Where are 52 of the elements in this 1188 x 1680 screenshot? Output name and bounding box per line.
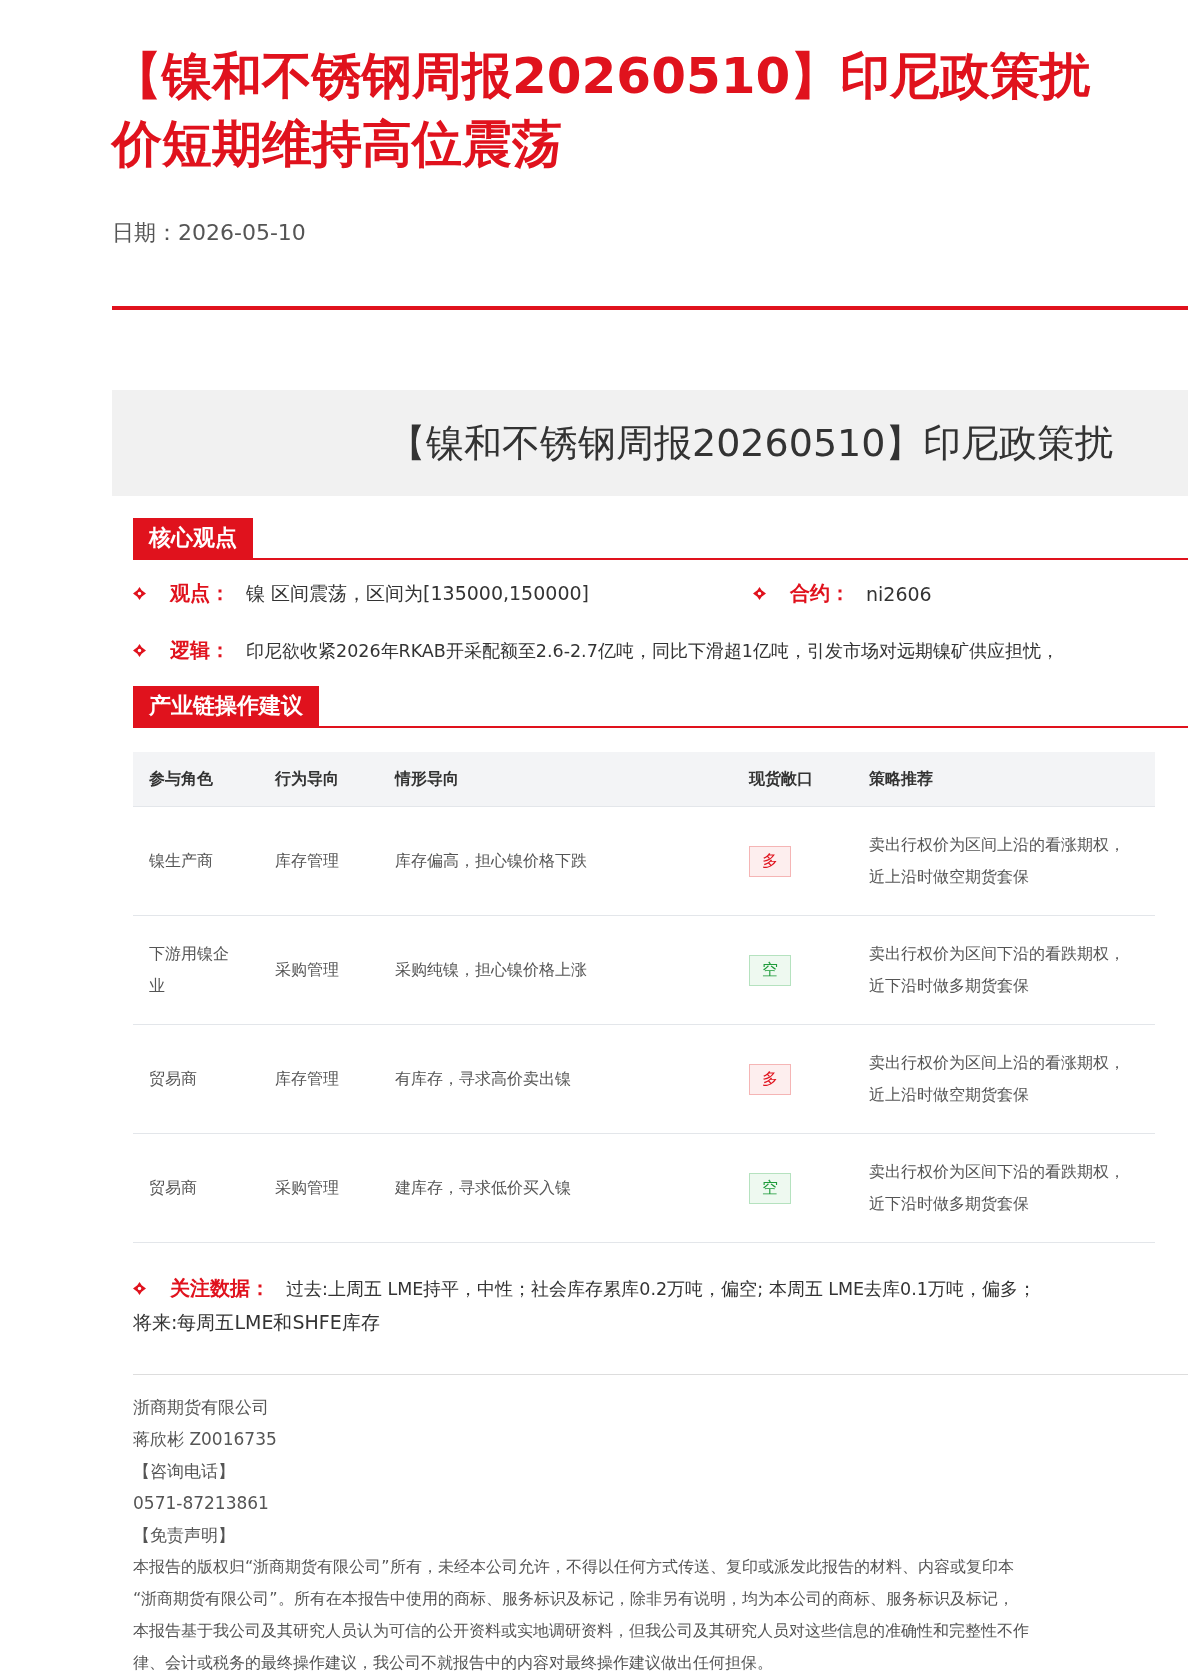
table-cell: 库存管理 xyxy=(259,1024,379,1134)
watch-text: 将来:每周五LME和SHFE库存 xyxy=(133,1310,380,1335)
column-header: 情形导向 xyxy=(379,752,733,807)
table-cell: 卖出行权价为区间下沿的看跌期权，近下沿时做多期货套保 xyxy=(853,915,1155,1025)
report-banner: 【镍和不锈钢周报20260510】印尼政策扰 xyxy=(112,390,1188,496)
disclaimer-text: 本报告基于我公司及其研究人员认为可信的公开资料或实地调研资料，但我公司及其研究人员对这些信息的准确性和完整性不作 xyxy=(133,1620,1029,1642)
table-cell: 镍生产商 xyxy=(133,806,259,916)
footer-text: 0571-87213861 xyxy=(133,1492,269,1515)
watch-label: 关注数据： xyxy=(170,1275,270,1302)
bullet-icon xyxy=(133,644,146,657)
bullet-icon xyxy=(133,1282,146,1295)
logic-text: 印尼欲收紧2026年RKAB开采配额至2.6-2.7亿吨，同比下滑超1亿吨，引发市场对远期镍矿供应担忧， xyxy=(246,639,1059,663)
section-heading: 核心观点 xyxy=(133,518,253,558)
footer-text: 【免责声明】 xyxy=(133,1524,235,1547)
table-cell: 采购管理 xyxy=(259,1133,379,1243)
table-cell: 卖出行权价为区间下沿的看跌期权，近下沿时做多期货套保 xyxy=(853,1133,1155,1243)
table-cell: 库存偏高，担心镍价格下跌 xyxy=(379,806,733,916)
section-heading: 产业链操作建议 xyxy=(133,686,319,726)
table-cell: 卖出行权价为区间上沿的看涨期权，近上沿时做空期货套保 xyxy=(853,1024,1155,1134)
contract-label: 合约： xyxy=(790,580,850,607)
table-cell: 采购纯镍，担心镍价格上涨 xyxy=(379,915,733,1025)
table-cell: 下游用镍企业 xyxy=(133,915,259,1025)
contract-text: ni2606 xyxy=(866,582,932,605)
table-cell: 贸易商 xyxy=(133,1024,259,1134)
table-cell: 贸易商 xyxy=(133,1133,259,1243)
exposure-tag: 空 xyxy=(749,954,791,986)
disclaimer-text: 本报告的版权归“浙商期货有限公司”所有，未经本公司允许，不得以任何方式传送、复印或派发此报告的材料、内容或复印本 xyxy=(133,1556,1014,1578)
table-cell: 库存管理 xyxy=(259,806,379,916)
table-cell: 有库存，寻求高价卖出镍 xyxy=(379,1024,733,1134)
column-header: 策略推荐 xyxy=(853,752,1155,807)
watch-text: 过去:上周五 LME持平，中性；社会库存累库0.2万吨，偏空; 本周五 LME去库0.1万吨，偏多； xyxy=(286,1277,1036,1301)
table-cell: 建库存，寻求低价买入镍 xyxy=(379,1133,733,1243)
column-header: 行为导向 xyxy=(259,752,379,807)
publish-date: 日期：2026-05-10 xyxy=(112,219,306,247)
column-header: 参与角色 xyxy=(133,752,259,807)
disclaimer-text: “浙商期货有限公司”。所有在本报告中使用的商标、服务标识及标记，除非另有说明，均为本公司的商标、服务标识及标记， xyxy=(133,1588,1014,1610)
footer-text: 蒋欣彬 Z0016735 xyxy=(133,1428,277,1451)
view-text: 镍 区间震荡，区间为[135000,150000] xyxy=(246,580,589,606)
exposure-tag: 空 xyxy=(749,1172,791,1204)
table-cell: 采购管理 xyxy=(259,915,379,1025)
bullet-icon xyxy=(753,587,766,600)
footer-text: 【咨询电话】 xyxy=(133,1460,235,1483)
article-title: 【镍和不锈钢周报20260510】印尼政策扰 价短期维持高位震荡 xyxy=(112,46,1092,175)
exposure-tag: 多 xyxy=(749,845,791,877)
exposure-tag: 多 xyxy=(749,1063,791,1095)
disclaimer-text: 律、会计或税务的最终操作建议，我公司不就报告中的内容对最终操作建议做出任何担保。 xyxy=(133,1652,773,1674)
view-label: 观点： xyxy=(170,580,230,607)
logic-label: 逻辑： xyxy=(170,637,230,664)
table-cell: 卖出行权价为区间上沿的看涨期权，近上沿时做空期货套保 xyxy=(853,806,1155,916)
footer-text: 浙商期货有限公司 xyxy=(133,1396,269,1419)
column-header: 现货敞口 xyxy=(733,752,853,807)
bullet-icon xyxy=(133,587,146,600)
